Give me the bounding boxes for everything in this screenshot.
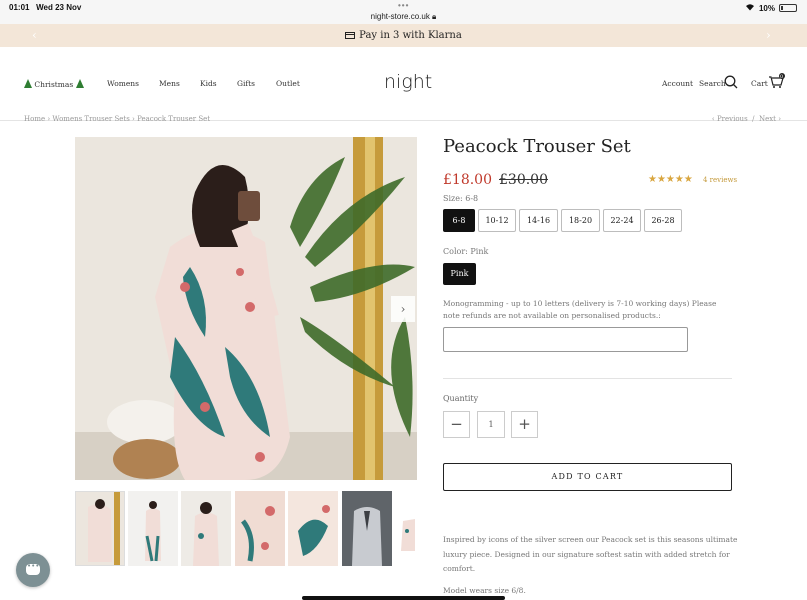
- status-bar: 01:01 Wed 23 Nov ••• night-store.co.uk 🔒…: [0, 0, 807, 24]
- nav-kids[interactable]: Kids: [200, 79, 217, 88]
- home-indicator[interactable]: [302, 596, 505, 600]
- thumbnail-5[interactable]: [288, 491, 338, 566]
- cart-count: 0: [780, 74, 784, 80]
- next-image-button[interactable]: ›: [391, 296, 415, 322]
- wifi-icon: [745, 3, 755, 13]
- original-price: £30.00: [499, 172, 548, 188]
- chat-bubble-icon: [26, 562, 40, 575]
- site-header: Christmas Womens Mens Kids Gifts Outlet …: [0, 47, 807, 121]
- size-option-26-28[interactable]: 26-28: [644, 209, 682, 232]
- color-option-pink[interactable]: Pink: [443, 263, 476, 285]
- nav-gifts[interactable]: Gifts: [237, 79, 255, 88]
- thumbnail-6[interactable]: [342, 491, 392, 566]
- size-option-14-16[interactable]: 14-16: [519, 209, 558, 232]
- size-option-18-20[interactable]: 18-20: [561, 209, 600, 232]
- quantity-label: Quantity: [443, 394, 479, 403]
- product-title: Peacock Trouser Set: [443, 136, 631, 157]
- pager-previous[interactable]: Previous: [717, 115, 748, 123]
- color-label: Color: Pink: [443, 247, 489, 256]
- thumbnail-4[interactable]: [235, 491, 285, 566]
- pager-next-icon: ›: [775, 115, 781, 123]
- sale-price: £18.00: [443, 172, 492, 188]
- thumbnail-3[interactable]: [181, 491, 231, 566]
- product-main-image[interactable]: [75, 137, 417, 480]
- breadcrumb-category[interactable]: Womens Trouser Sets: [52, 115, 129, 123]
- promo-next-button[interactable]: ›: [766, 28, 771, 42]
- battery-percent: 10%: [758, 3, 775, 13]
- card-icon: [345, 32, 356, 39]
- cart-link[interactable]: Cart: [751, 79, 768, 88]
- chat-button[interactable]: [16, 553, 50, 587]
- breadcrumb-current: Peacock Trouser Set: [137, 115, 211, 123]
- lock-icon: 🔒︎: [432, 12, 437, 21]
- promo-banner: ‹ Pay in 3 with Klarna ›: [0, 24, 807, 47]
- breadcrumb: Home › Womens Trouser Sets › Peacock Tro…: [24, 115, 210, 123]
- nav-mens[interactable]: Mens: [159, 79, 180, 88]
- nav-outlet[interactable]: Outlet: [276, 79, 300, 88]
- size-option-10-12[interactable]: 10-12: [478, 209, 516, 232]
- christmas-tree-icon: [75, 79, 84, 88]
- product-pager: ‹ Previous / Next ›: [711, 115, 781, 123]
- account-link[interactable]: Account: [662, 79, 693, 88]
- quantity-minus-button[interactable]: −: [443, 411, 470, 438]
- url-bar[interactable]: night-store.co.uk 🔒︎: [0, 12, 807, 22]
- add-to-cart-button[interactable]: ADD TO CART: [443, 463, 732, 491]
- divider: [443, 378, 732, 379]
- status-time: 01:01 Wed 23 Nov: [9, 3, 82, 12]
- model-size-note: Model wears size 6/8.: [443, 586, 526, 595]
- battery-icon: [779, 4, 797, 12]
- size-label: Size: 6-8: [443, 194, 479, 203]
- promo-text: Pay in 3 with Klarna: [0, 30, 807, 41]
- christmas-tree-icon: [24, 79, 32, 88]
- product-photo: [75, 137, 417, 480]
- search-link[interactable]: Search: [699, 79, 726, 88]
- star-rating-icon[interactable]: ★★★★★: [648, 174, 693, 185]
- breadcrumb-home[interactable]: Home: [24, 115, 45, 123]
- reviews-link[interactable]: 4 reviews: [703, 176, 737, 184]
- product-description: Inspired by icons of the silver screen o…: [443, 535, 738, 573]
- cart-icon[interactable]: [768, 73, 786, 91]
- site-logo[interactable]: night: [384, 71, 432, 93]
- thumbnail-1[interactable]: [75, 491, 125, 566]
- size-option-22-24[interactable]: 22-24: [603, 209, 641, 232]
- quantity-input[interactable]: 1: [477, 411, 505, 438]
- search-icon[interactable]: [724, 75, 738, 91]
- nav-christmas[interactable]: Christmas: [24, 79, 84, 89]
- size-option-6-8[interactable]: 6-8: [443, 209, 475, 232]
- monogram-input[interactable]: [443, 327, 688, 352]
- monogram-label: Monogramming - up to 10 letters (deliver…: [443, 299, 717, 320]
- nav-womens[interactable]: Womens: [107, 79, 139, 88]
- thumbnail-7[interactable]: [395, 491, 417, 566]
- pager-next[interactable]: Next: [759, 115, 776, 123]
- multitask-dots[interactable]: •••: [398, 1, 409, 10]
- battery-status: 10%: [745, 3, 797, 13]
- thumbnail-2[interactable]: [128, 491, 178, 566]
- quantity-plus-button[interactable]: +: [511, 411, 538, 438]
